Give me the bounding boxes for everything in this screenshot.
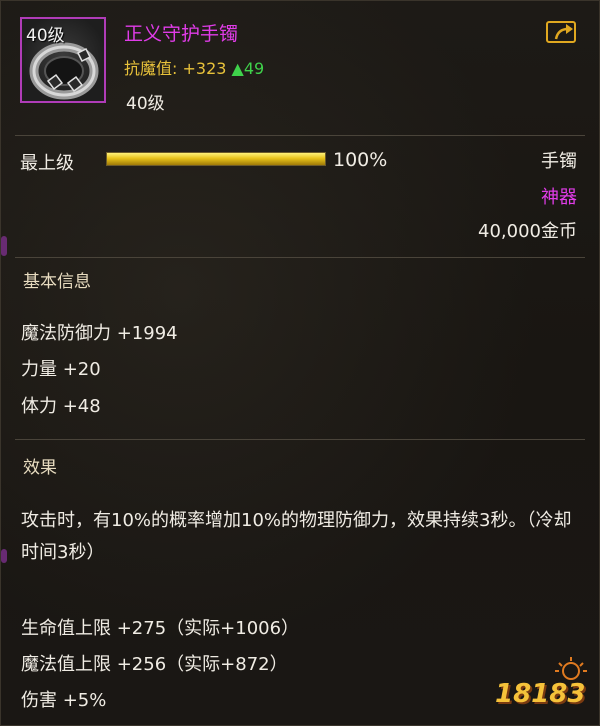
effect-bonus-line: 魔法值上限 +256（实际+872） xyxy=(21,654,288,675)
divider xyxy=(15,439,585,440)
watermark-text: 18183 xyxy=(495,679,586,709)
item-price: 40,000金币 xyxy=(478,221,577,242)
equipment-slot: 手镯 xyxy=(541,151,577,172)
item-level: 40级 xyxy=(126,94,165,114)
magic-resist-value: +323 xyxy=(182,59,227,78)
site-watermark-logo: 18183 xyxy=(495,655,595,721)
upgrade-progress-bar xyxy=(106,152,326,166)
share-external-icon[interactable] xyxy=(546,21,576,43)
bracelet-icon xyxy=(29,42,99,100)
upgrade-level-label: 最上级 xyxy=(20,153,74,174)
magic-resist-label: 抗魔值: xyxy=(124,59,178,78)
magic-resist-increase: ▲49 xyxy=(231,59,265,78)
item-rarity: 神器 xyxy=(541,187,577,208)
sun-icon xyxy=(555,657,587,680)
edge-highlight xyxy=(1,549,7,563)
edge-highlight xyxy=(1,236,7,256)
upgrade-progress-fill xyxy=(107,153,325,165)
basic-info-title: 基本信息 xyxy=(23,272,91,292)
item-icon-slot[interactable]: 40级 xyxy=(20,17,106,103)
divider xyxy=(15,135,585,136)
effect-bonus-line: 生命值上限 +275（实际+1006） xyxy=(21,618,300,639)
item-tooltip-panel: 40级 正义守护手镯 抗魔值: +323 ▲49 40级 最上级 100% 手镯… xyxy=(0,0,600,726)
effect-description: 攻击时，有10%的概率增加10%的物理防御力，效果持续3秒。（冷却时间3秒） xyxy=(21,510,572,563)
stat-line: 体力 +48 xyxy=(21,396,101,417)
stat-line: 魔法防御力 +1994 xyxy=(21,323,178,344)
magic-resist-line: 抗魔值: +323 ▲49 xyxy=(124,55,264,79)
upgrade-progress-percent: 100% xyxy=(333,149,388,171)
divider xyxy=(15,257,585,258)
effect-title: 效果 xyxy=(23,458,57,478)
stat-line: 力量 +20 xyxy=(21,359,101,380)
item-icon-level-badge: 40级 xyxy=(26,26,65,46)
item-name: 正义守护手镯 xyxy=(124,23,239,45)
effect-bonus-line: 伤害 +5% xyxy=(21,690,107,711)
